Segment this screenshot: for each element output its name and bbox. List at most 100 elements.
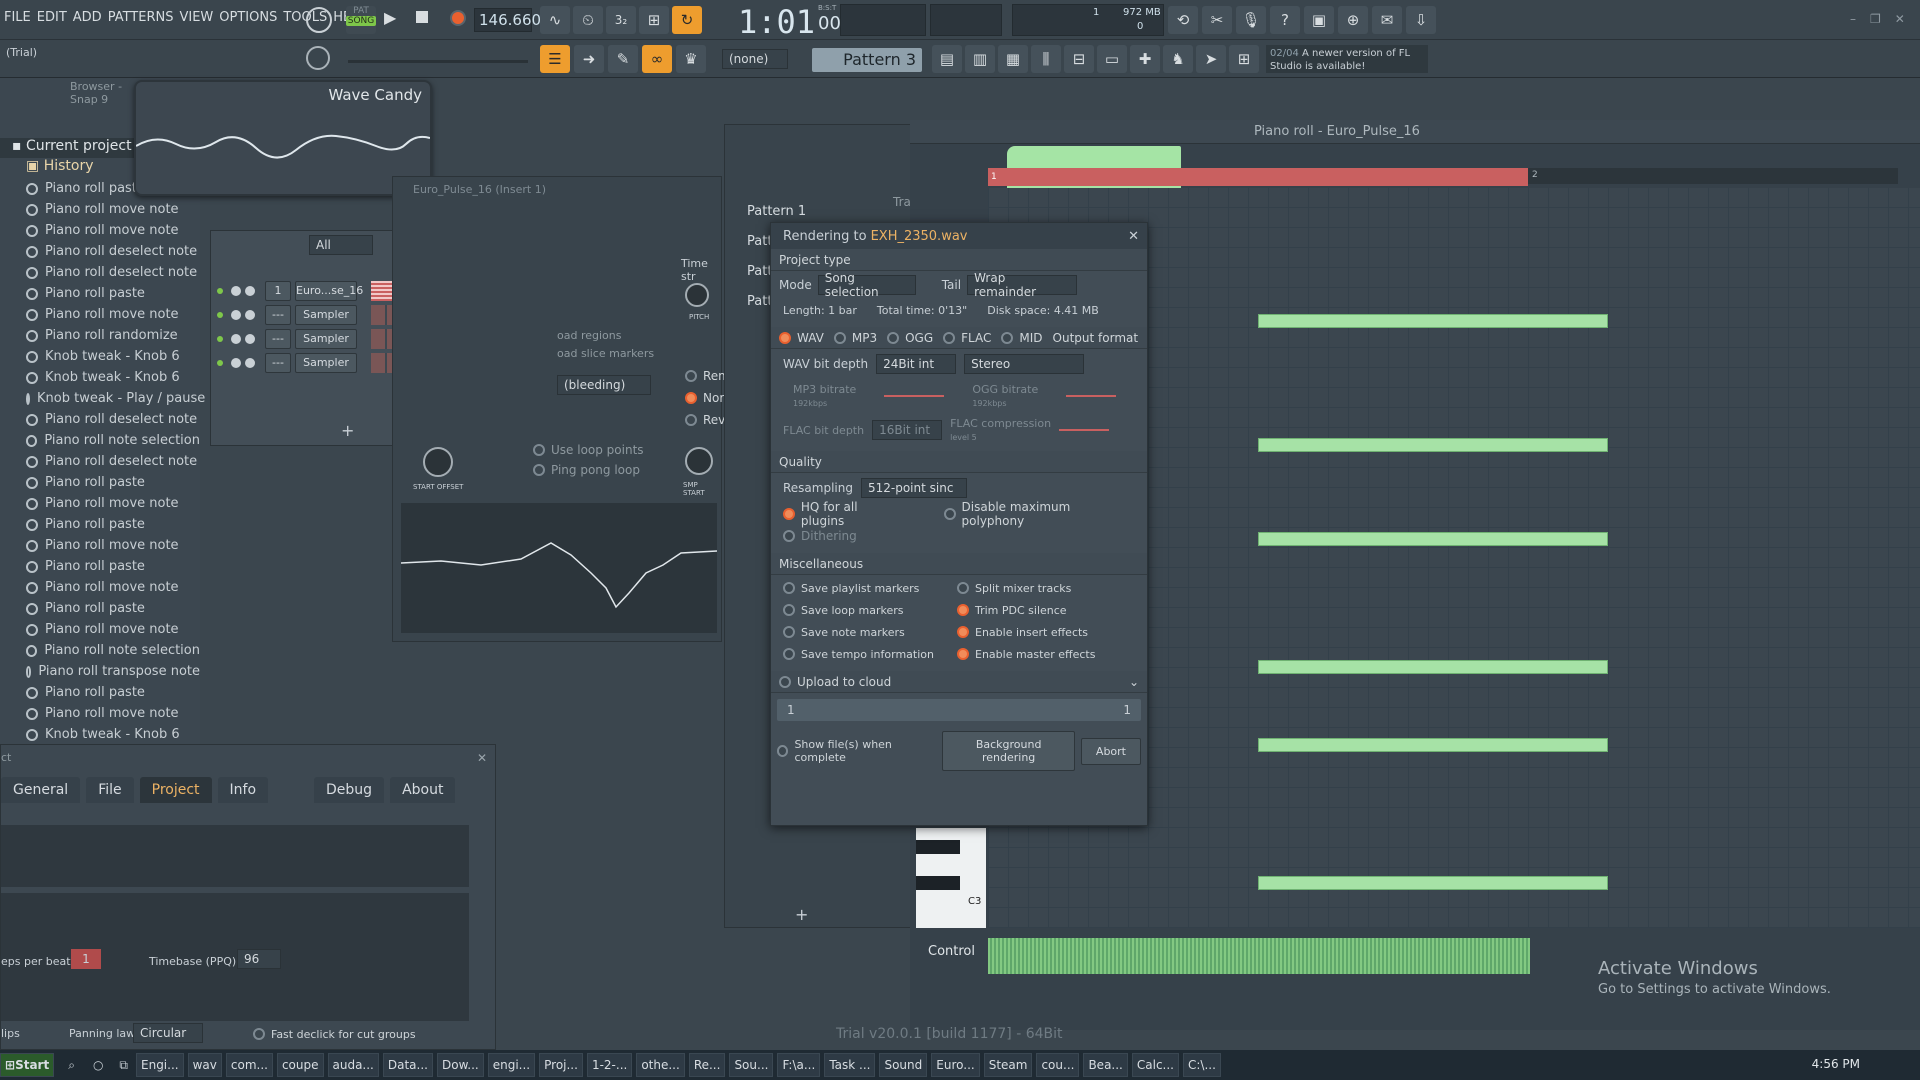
history-item[interactable]: Piano roll move note (0, 535, 200, 556)
misc-option[interactable]: Save playlist markers (783, 577, 957, 599)
minimize-icon[interactable]: – (1850, 12, 1856, 26)
channel-led[interactable] (217, 336, 223, 342)
chevron-down-icon[interactable]: ⌄ (1129, 675, 1139, 689)
help-icon[interactable]: ? (1270, 6, 1300, 34)
plugin-icon[interactable]: ⊕ (1338, 6, 1368, 34)
disable-polyphony-option[interactable]: Disable maximum polyphony (943, 500, 1135, 528)
menu-add[interactable]: ADD (73, 10, 102, 25)
channels-dropdown[interactable]: Stereo (964, 354, 1085, 374)
history-item[interactable]: Piano roll randomize (0, 325, 200, 346)
search-icon[interactable]: ⌕ (68, 1058, 75, 1073)
stamp-icon[interactable]: ♛ (676, 45, 706, 73)
wait-input-icon[interactable]: ⏲ (573, 6, 603, 34)
black-key[interactable] (916, 876, 960, 890)
taskbar-item[interactable]: Engi... (136, 1053, 184, 1077)
project-icon[interactable]: ▭ (1097, 45, 1127, 73)
dithering-option[interactable]: Dithering (771, 525, 1147, 547)
pan-knob[interactable] (231, 358, 241, 368)
cart-icon[interactable]: ⊞ (1229, 45, 1259, 73)
stop-icon[interactable] (416, 11, 428, 23)
playlist-view-icon[interactable]: ▤ (932, 45, 962, 73)
taskbar-item[interactable]: Proj... (539, 1053, 583, 1077)
misc-option[interactable]: Trim PDC silence (957, 599, 1095, 621)
settings-tab-about[interactable]: About (390, 777, 456, 803)
steps-field[interactable]: 1 (71, 949, 101, 969)
timebase-dropdown[interactable]: 96 (237, 949, 281, 969)
menu-options[interactable]: OPTIONS (219, 10, 277, 25)
history-item[interactable]: Piano roll paste (0, 472, 200, 493)
channel-number[interactable]: 1 (265, 281, 291, 301)
marketplace-icon[interactable]: ➤ (1196, 45, 1226, 73)
volume-knob[interactable] (245, 334, 255, 344)
taskbar-item[interactable]: Data... (382, 1053, 433, 1077)
taskbar-item[interactable]: Sound (879, 1053, 928, 1077)
upload-section[interactable]: Upload to cloud ⌄ (771, 671, 1147, 693)
history-item[interactable]: Piano roll note selection (0, 430, 200, 451)
channel-led[interactable] (217, 288, 223, 294)
mode-dropdown[interactable]: Song selection (817, 271, 916, 299)
history-item[interactable]: Piano roll move note (0, 304, 200, 325)
taskbar-item[interactable]: othe... (636, 1053, 685, 1077)
mixer-icon[interactable]: ⫼ (1031, 45, 1061, 73)
mp3-bitrate[interactable]: MP3 bitrate 192kbps (783, 383, 856, 409)
history-item[interactable]: Piano roll move note (0, 619, 200, 640)
step-edit-icon[interactable]: ⊞ (639, 6, 669, 34)
history-item[interactable]: Knob tweak - Play / pause (0, 388, 205, 409)
menu-view[interactable]: VIEW (179, 10, 213, 25)
note[interactable] (1258, 738, 1608, 752)
volume-knob[interactable] (245, 310, 255, 320)
task-view-icon[interactable]: ⧉ (119, 1058, 128, 1073)
master-pitch-slider[interactable] (348, 60, 528, 63)
ping-pong-option[interactable]: Ping pong loop (533, 459, 640, 481)
bleeding-dropdown[interactable]: (bleeding) (557, 375, 651, 395)
flac-compression-slider[interactable] (1059, 429, 1110, 431)
pitch-knob[interactable] (306, 46, 330, 70)
history-item[interactable]: Piano roll move note (0, 577, 200, 598)
add-pattern-icon[interactable]: + (795, 905, 808, 924)
history-item[interactable]: Piano roll paste (0, 598, 200, 619)
history-item[interactable]: Piano roll deselect note (0, 262, 200, 283)
ogg-bitrate[interactable]: OGG bitrate 192kbps (972, 383, 1038, 409)
taskbar-item[interactable]: 1-2-... (586, 1053, 633, 1077)
settings-tab-debug[interactable]: Debug (314, 777, 385, 803)
format-wav[interactable]: WAV (779, 327, 824, 349)
taskbar-item[interactable]: com... (225, 1053, 273, 1077)
pan-knob[interactable] (231, 310, 241, 320)
save-icon[interactable]: ▣ (1304, 6, 1334, 34)
history-item[interactable]: Piano roll paste (0, 682, 200, 703)
channel-led[interactable] (217, 360, 223, 366)
ogg-bitrate-slider[interactable] (1066, 395, 1117, 397)
velocity-lane[interactable] (988, 938, 1530, 974)
abort-button[interactable]: Abort (1080, 737, 1141, 765)
misc-option[interactable]: Save tempo information (783, 643, 957, 665)
link-icon[interactable]: ∞ (642, 45, 672, 73)
flac-depth-dropdown[interactable]: 16Bit int (872, 420, 943, 440)
plugin-picker-icon[interactable]: ✚ (1130, 45, 1160, 73)
history-item[interactable]: Piano roll move note (0, 703, 200, 724)
use-loop-points-option[interactable]: Use loop points (533, 439, 644, 461)
channel-name-button[interactable]: Sampler (295, 305, 357, 325)
pitch-knob-sampler[interactable] (685, 283, 709, 307)
pat-song-switch[interactable]: PAT SONG (346, 6, 376, 34)
taskbar-item[interactable]: coupe (276, 1053, 324, 1077)
channel-number[interactable]: --- (265, 329, 291, 349)
render-filename[interactable]: EXH_2350.wav (871, 229, 968, 244)
taskbar-item[interactable]: auda... (327, 1053, 379, 1077)
misc-option[interactable]: Enable master effects (957, 643, 1095, 665)
pattern-selector[interactable]: Pattern 3 (812, 48, 922, 72)
cortana-icon[interactable]: ○ (93, 1058, 103, 1072)
format-flac[interactable]: FLAC (943, 327, 991, 349)
normalize-option[interactable]: Nor (685, 387, 724, 409)
misc-option[interactable]: Save loop markers (783, 599, 957, 621)
tail-dropdown[interactable]: Wrap remainder (967, 271, 1078, 299)
fast-declick-option[interactable]: Fast declick for cut groups (253, 1023, 416, 1045)
black-key[interactable] (916, 840, 960, 854)
taskbar-item[interactable]: F:\a... (777, 1053, 821, 1077)
history-item[interactable]: Piano roll move note (0, 199, 200, 220)
misc-option[interactable]: Enable insert effects (957, 621, 1095, 643)
history-item[interactable]: Piano roll note selection (0, 640, 200, 661)
menu-file[interactable]: FILE (4, 10, 31, 25)
history-item[interactable]: Piano roll transpose note (0, 661, 200, 682)
loop-record-icon[interactable]: ↻ (672, 6, 702, 34)
taskbar-item[interactable]: Dow... (436, 1053, 484, 1077)
